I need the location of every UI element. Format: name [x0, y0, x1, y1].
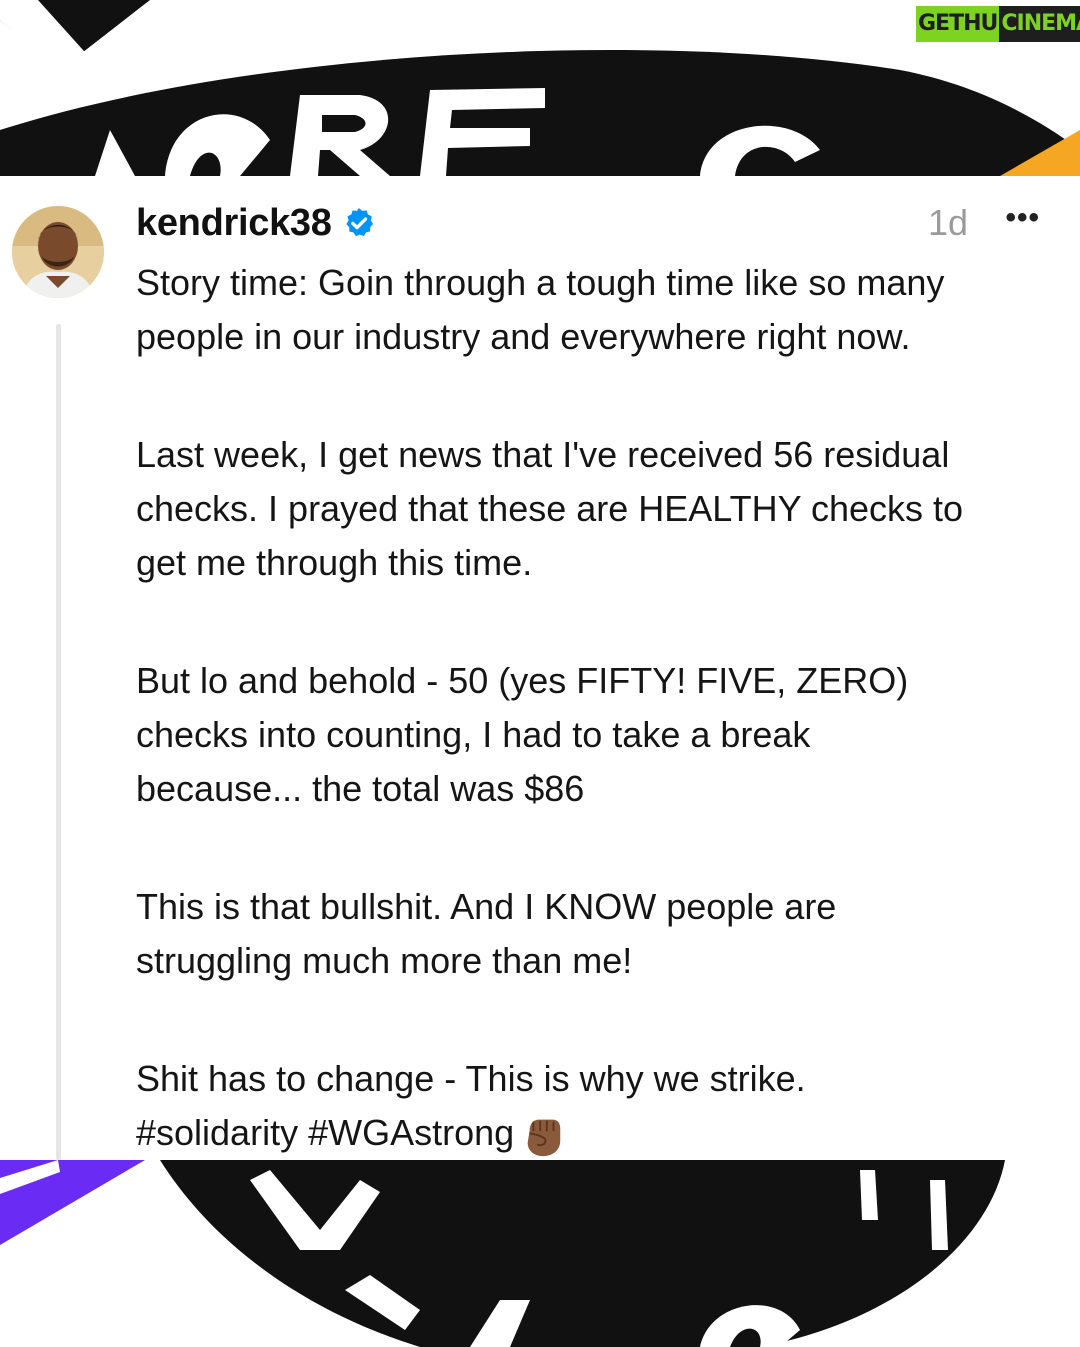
bottom-banner-graphic	[0, 1160, 1005, 1347]
verified-badge-icon	[345, 208, 373, 237]
post-paragraph: But lo and behold - 50 (yes FIFTY! FIVE,…	[136, 660, 909, 809]
watermark-part2: CINEMA	[999, 6, 1080, 42]
avatar[interactable]	[12, 206, 104, 298]
watermark-part1: GETHU	[916, 6, 1000, 42]
post-paragraph: This is that bullshit. And I KNOW people…	[136, 886, 837, 981]
post-body: Story time: Goin through a tough time li…	[136, 256, 1056, 1160]
thread-post: kendrick38 1d ••• Story time: Goin throu…	[0, 176, 1080, 1160]
post-paragraph: Story time: Goin through a tough time li…	[136, 262, 945, 357]
post-header: kendrick38 1d •••	[136, 198, 1040, 248]
post-paragraph-text: Shit has to change - This is why we stri…	[136, 1058, 806, 1153]
more-options-icon[interactable]: •••	[1005, 198, 1040, 244]
post-paragraph-last: Shit has to change - This is why we stri…	[136, 1052, 1056, 1160]
raised-fist-emoji-icon	[527, 1120, 561, 1157]
thread-connector-line	[56, 324, 61, 1160]
avatar-image	[12, 206, 104, 298]
post-paragraph: Last week, I get news that I've received…	[136, 434, 964, 583]
post-timestamp: 1d	[927, 202, 968, 243]
watermark-logo: GETHUCINEMA	[916, 6, 1080, 42]
top-background-banner: GETHUCINEMA	[0, 0, 1080, 176]
bottom-background-banner	[0, 1160, 1080, 1347]
username-link[interactable]: kendrick38	[136, 202, 332, 245]
